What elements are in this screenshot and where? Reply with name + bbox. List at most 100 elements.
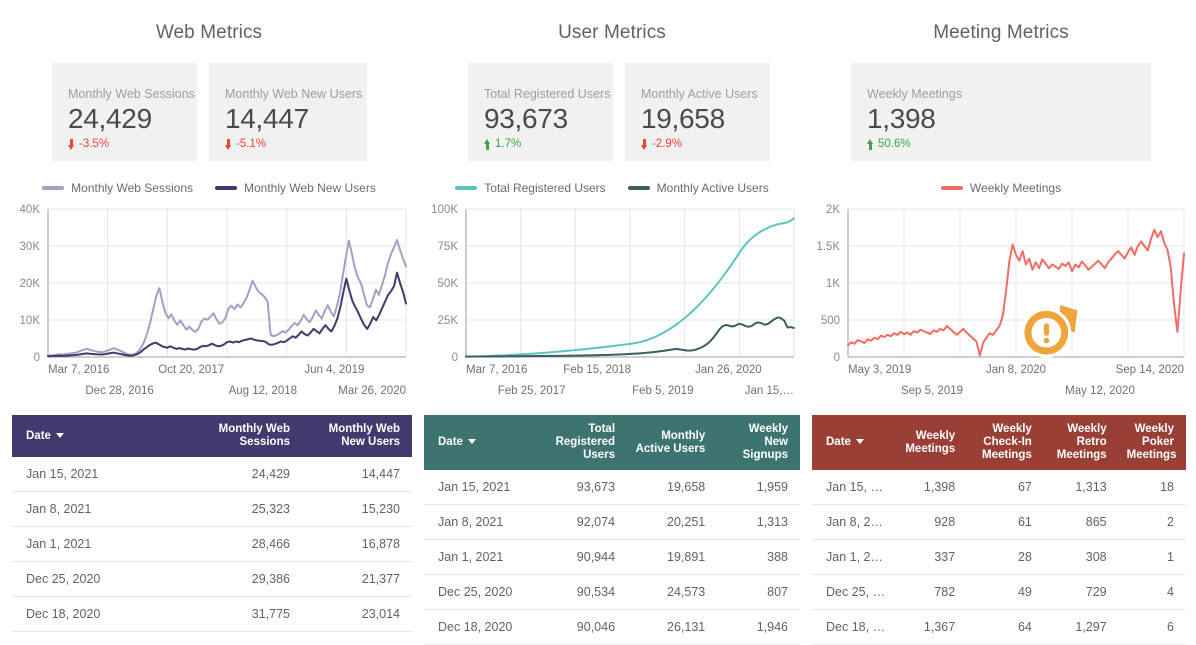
kpi-card-monthly-web-new-users[interactable]: Monthly Web New Users 14,447 -5.1% xyxy=(209,63,367,161)
svg-text:Aug 12, 2018: Aug 12, 2018 xyxy=(229,385,297,397)
dashboard: Web Metrics Monthly Web Sessions 24,429 … xyxy=(0,0,1196,645)
alert-exclamation-icon[interactable] xyxy=(1012,289,1090,367)
svg-text:Sep 5, 2019: Sep 5, 2019 xyxy=(901,385,963,397)
legend-swatch-icon xyxy=(940,186,963,190)
cell-value: 90,534 xyxy=(536,574,628,610)
cell-value: 93,673 xyxy=(536,470,628,505)
cell-value: 1,959 xyxy=(717,470,800,505)
cell-value: 19,891 xyxy=(627,539,718,575)
cell-value: 308 xyxy=(1043,539,1119,575)
column-header-sessions[interactable]: Monthly Web Sessions xyxy=(192,415,302,457)
svg-text:30K: 30K xyxy=(20,241,41,253)
arrow-down-icon xyxy=(68,138,75,150)
column-header-date[interactable]: Date xyxy=(812,415,895,470)
legend-label: Total Registered Users xyxy=(484,181,606,195)
svg-text:40K: 40K xyxy=(20,204,41,216)
table-meeting-metrics[interactable]: Date Weekly Meetings Weekly Check-In Mee… xyxy=(812,415,1186,645)
cell-date: Jan 1, 20… xyxy=(812,539,895,575)
column-header-new-signups[interactable]: Weekly New Signups xyxy=(717,415,800,470)
svg-text:Sep 14, 2020: Sep 14, 2020 xyxy=(1116,364,1184,376)
kpi-label: Monthly Web Sessions xyxy=(68,87,195,101)
cell-value: 28 xyxy=(967,539,1044,575)
table-row[interactable]: Jan 1, 2021 90,944 19,891 388 xyxy=(424,539,800,575)
cell-value: 26,131 xyxy=(627,609,718,645)
cell-value: 388 xyxy=(717,539,800,575)
cell-value: 928 xyxy=(894,504,968,540)
cell-value: 92,074 xyxy=(536,504,628,540)
column-header-date[interactable]: Date xyxy=(424,415,537,470)
cell-value: 1,398 xyxy=(894,470,968,505)
legend-item[interactable]: Monthly Web Sessions xyxy=(42,181,193,195)
table-row[interactable]: Jan 15, 2… 1,398 67 1,313 18 xyxy=(812,470,1186,505)
table-row[interactable]: Jan 1, 20… 337 28 308 1 xyxy=(812,539,1186,575)
svg-text:0: 0 xyxy=(34,352,40,364)
legend-label: Monthly Active Users xyxy=(656,181,769,195)
cell-value: 49 xyxy=(967,574,1044,610)
kpi-card-monthly-web-sessions[interactable]: Monthly Web Sessions 24,429 -3.5% xyxy=(52,63,197,161)
table-row[interactable]: Jan 8, 20… 928 61 865 2 xyxy=(812,504,1186,540)
kpi-card-monthly-active-users[interactable]: Monthly Active Users 19,658 -2.9% xyxy=(625,63,770,161)
kpi-card-weekly-meetings[interactable]: Weekly Meetings 1,398 50.6% xyxy=(851,63,1151,161)
cell-date: Jan 15, 2021 xyxy=(12,457,192,492)
cell-value: 64 xyxy=(967,609,1044,645)
chart-web-metrics[interactable]: 0 10K 20K 30K 40K Mar 7, 2016 Dec 28, 2016 Oct … xyxy=(0,201,418,401)
kpi-value: 24,429 xyxy=(68,103,152,134)
cell-value: 729 xyxy=(1043,574,1119,610)
table-row[interactable]: Jan 1, 2021 28,466 16,878 xyxy=(12,526,412,562)
table-row[interactable]: Dec 25, 2020 90,534 24,573 807 xyxy=(424,574,800,610)
column-header-checkin-meetings[interactable]: Weekly Check-In Meetings xyxy=(967,415,1044,470)
column-header-date[interactable]: Date xyxy=(12,415,192,457)
svg-text:Mar 26, 2020: Mar 26, 2020 xyxy=(338,385,406,397)
table-row[interactable]: Jan 15, 2021 93,673 19,658 1,959 xyxy=(424,470,800,505)
cell-date: Jan 1, 2021 xyxy=(12,526,192,562)
cell-value: 18 xyxy=(1118,470,1186,505)
svg-text:Jun 4, 2019: Jun 4, 2019 xyxy=(304,364,364,376)
table-row[interactable]: Jan 15, 2021 24,429 14,447 xyxy=(12,457,412,492)
table-row[interactable]: Dec 25, 2… 782 49 729 4 xyxy=(812,574,1186,610)
legend-item[interactable]: Monthly Web New Users xyxy=(215,181,376,195)
table-row[interactable]: Jan 8, 2021 92,074 20,251 1,313 xyxy=(424,504,800,540)
page-title-web: Web Metrics xyxy=(155,22,263,43)
table-row[interactable]: Jan 8, 2021 25,323 15,230 xyxy=(12,491,412,527)
column-header-weekly-meetings[interactable]: Weekly Meetings xyxy=(894,415,968,470)
table-body: Jan 15, 2021 24,429 14,447 Jan 8, 2021 25,32… xyxy=(12,457,412,632)
svg-text:0: 0 xyxy=(834,352,840,364)
chart-user-metrics[interactable]: 0 25K 50K 75K 100K Mar 7, 2016 Feb 25, 2017 Feb… xyxy=(418,201,806,401)
svg-text:Mar 7, 2016: Mar 7, 2016 xyxy=(466,364,527,376)
cell-value: 25,323 xyxy=(192,491,302,527)
legend-item[interactable]: Total Registered Users xyxy=(455,181,606,195)
kpi-row-user: Total Registered Users 93,673 1.7% Month… xyxy=(468,63,806,161)
kpi-row-web: Monthly Web Sessions 24,429 -3.5% Monthl… xyxy=(52,63,418,161)
table-row[interactable]: Dec 18, 2020 90,046 26,131 1,946 xyxy=(424,609,800,645)
svg-text:50K: 50K xyxy=(438,278,459,290)
table-row[interactable]: Dec 25, 2020 29,386 21,377 xyxy=(12,561,412,597)
kpi-value: 14,447 xyxy=(225,103,309,134)
cell-value: 807 xyxy=(717,574,800,610)
kpi-delta: 1.7% xyxy=(484,138,613,150)
chevron-down-icon xyxy=(55,432,64,438)
kpi-label: Monthly Web New Users xyxy=(225,87,363,101)
table-web-metrics[interactable]: Date Monthly Web Sessions Monthly Web Ne… xyxy=(12,415,412,632)
legend-item[interactable]: Monthly Active Users xyxy=(627,181,769,195)
table-row[interactable]: Dec 18, 2020 31,775 23,014 xyxy=(12,596,412,632)
column-header-active-users[interactable]: Monthly Active Users xyxy=(627,415,718,470)
table-body: Jan 15, 2… 1,398 67 1,313 18 Jan 8, 20… 928 61 8… xyxy=(812,470,1186,645)
legend-item[interactable]: Weekly Meetings xyxy=(940,181,1061,195)
kpi-card-total-registered-users[interactable]: Total Registered Users 93,673 1.7% xyxy=(468,63,613,161)
cell-value: 865 xyxy=(1043,504,1119,540)
column-header-new-users[interactable]: Monthly Web New Users xyxy=(302,415,412,457)
column-header-total-registered[interactable]: Total Registered Users xyxy=(536,415,628,470)
svg-text:Dec 28, 2016: Dec 28, 2016 xyxy=(85,385,153,397)
table-row[interactable]: Dec 18, 2… 1,367 64 1,297 6 xyxy=(812,609,1186,645)
cell-value: 20,251 xyxy=(627,504,718,540)
kpi-label: Monthly Active Users xyxy=(641,87,758,101)
cell-date: Jan 15, 2… xyxy=(812,470,895,505)
cell-value: 4 xyxy=(1118,574,1186,610)
table-user-metrics[interactable]: Date Total Registered Users Monthly Acti… xyxy=(424,415,800,645)
line-chart-meeting-svg: 05001K1.5K2KMay 3, 2019Sep 5, 2019Jan 8,… xyxy=(816,204,1185,397)
table-header-row: Date Weekly Meetings Weekly Check-In Mee… xyxy=(812,415,1186,470)
cell-value: 61 xyxy=(967,504,1044,540)
column-header-poker-meetings[interactable]: Weekly Poker Meetings xyxy=(1118,415,1186,470)
column-header-retro-meetings[interactable]: Weekly Retro Meetings xyxy=(1043,415,1119,470)
chart-meeting-metrics[interactable]: 0 500 1K 1.5K 2K May 3, 2019 Sep 5, 2019 Jan 8,… xyxy=(806,201,1196,401)
